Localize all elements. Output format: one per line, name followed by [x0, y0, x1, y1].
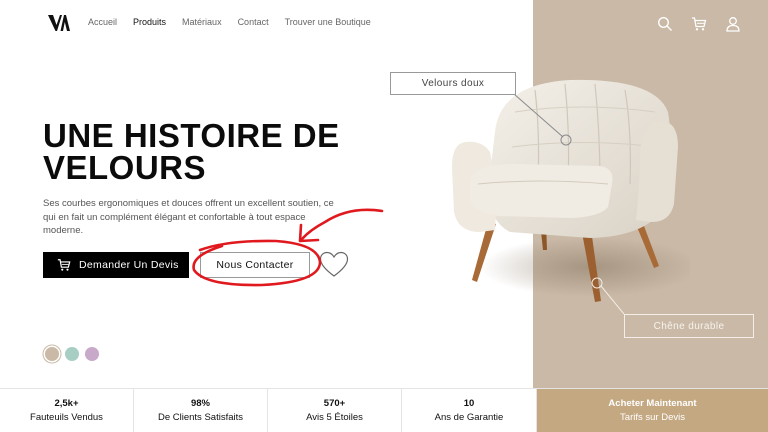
- pricing-note: Tarifs sur Devis: [620, 412, 685, 423]
- buy-now-label: Acheter Maintenant: [608, 398, 697, 409]
- stat-value: 10: [463, 398, 475, 409]
- stats-bar: 2,5k+ Fauteuils Vendus 98% De Clients Sa…: [0, 388, 768, 432]
- stat-label: Avis 5 Étoiles: [306, 412, 363, 423]
- stat-label: De Clients Satisfaits: [157, 412, 243, 423]
- stat-value: 2,5k+: [54, 398, 79, 409]
- stat-label: Fauteuils Vendus: [30, 412, 103, 423]
- stat-label: Ans de Garantie: [434, 412, 504, 423]
- stat-item: 98% De Clients Satisfaits: [134, 389, 268, 432]
- annotation-circle-arrow: [192, 208, 384, 287]
- stat-item: 10 Ans de Garantie: [402, 389, 537, 432]
- stat-item: 2,5k+ Fauteuils Vendus: [0, 389, 134, 432]
- stat-value: 570+: [323, 398, 346, 409]
- buy-now-button[interactable]: Acheter Maintenant Tarifs sur Devis: [537, 389, 768, 432]
- stat-value: 98%: [190, 398, 210, 409]
- stat-item: 570+ Avis 5 Étoiles: [268, 389, 402, 432]
